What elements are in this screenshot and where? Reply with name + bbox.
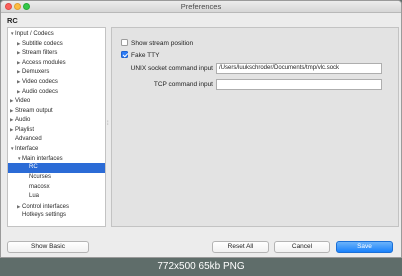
tree-item[interactable]: Ncurses: [8, 173, 105, 183]
preferences-window: Preferences RC ▼Input / Codecs ▶ Subtitle …: [0, 0, 402, 258]
show-stream-position-checkbox[interactable]: [121, 39, 128, 46]
tree-item[interactable]: ▼Input / Codecs: [8, 29, 105, 39]
tree-item[interactable]: ▶ Access modules: [8, 58, 105, 68]
tree-item[interactable]: ▶ Demuxers: [8, 67, 105, 77]
tree-item[interactable]: RC: [8, 163, 105, 173]
cancel-button[interactable]: Cancel: [274, 241, 330, 253]
fake-tty-label: Fake TTY: [131, 52, 160, 59]
window-title: Preferences: [180, 2, 222, 11]
tree-item[interactable]: Advanced: [8, 135, 105, 145]
tree-item[interactable]: ▶ Audio: [8, 115, 105, 125]
tree-item-label: Input / Codecs: [15, 31, 54, 37]
tree-item[interactable]: ▶ Audio codecs: [8, 87, 105, 97]
tcp-command-label: TCP command input: [153, 81, 213, 88]
tree-item-label: Audio codecs: [22, 88, 59, 95]
tree-item-label: Audio: [15, 117, 31, 124]
preferences-tree[interactable]: ▼Input / Codecs ▶ Subtitle codecs ▶ Stream f…: [7, 27, 106, 227]
show-stream-position-label: Show stream position: [131, 40, 194, 47]
show-stream-position-row[interactable]: Show stream position: [121, 39, 193, 48]
tree-item-label: Ncurses: [29, 174, 52, 180]
unix-socket-label: UNIX socket command input: [130, 65, 213, 72]
tree-item-label: Video: [15, 98, 31, 105]
title-bar: Preferences: [1, 1, 401, 13]
pane-title: RC: [7, 16, 18, 25]
tree-item[interactable]: ▶ Video: [8, 96, 105, 106]
settings-panel: Show stream position Fake TTY UNIX socke…: [111, 27, 399, 227]
tree-item-label: Interface: [15, 146, 39, 153]
image-caption: 772x500 65kb PNG: [0, 258, 402, 276]
tree-item[interactable]: ▶ Stream filters: [8, 48, 105, 58]
tree-item[interactable]: ▼Interface: [8, 144, 105, 154]
tree-item-label: Lua: [29, 193, 40, 200]
splitter-handle-icon[interactable]: ⁞: [107, 121, 109, 127]
unix-socket-input[interactable]: /Users/luukschroder/Documents/tmp/vlc.so…: [216, 63, 382, 74]
tree-item[interactable]: macosx: [8, 183, 105, 193]
tree-item-label: macosx: [29, 183, 50, 190]
reset-all-button[interactable]: Reset All: [212, 241, 269, 253]
fake-tty-row[interactable]: Fake TTY: [121, 51, 159, 60]
tree-item-label: Stream output: [15, 107, 53, 114]
tree-item-label: Hotkeys settings: [22, 212, 67, 219]
tree-item[interactable]: Hotkeys settings: [8, 211, 105, 221]
tree-item-label: Advanced: [15, 135, 42, 142]
fake-tty-checkbox[interactable]: [121, 51, 128, 58]
save-button[interactable]: Save: [336, 241, 393, 253]
tree-item-label: Control interfaces: [22, 203, 70, 210]
tree-item-label: Video codecs: [22, 79, 58, 85]
tree-item[interactable]: Lua: [8, 192, 105, 202]
tree-item[interactable]: ▶ Playlist: [8, 125, 105, 135]
tree-item[interactable]: ▼Main interfaces: [8, 154, 105, 164]
tcp-command-input[interactable]: [216, 79, 382, 90]
show-basic-button[interactable]: Show Basic: [7, 241, 89, 253]
tree-item-label: Access modules: [22, 59, 66, 66]
tree-item[interactable]: ▶ Subtitle codecs: [8, 39, 105, 49]
tree-item-label: Stream filters: [22, 50, 58, 57]
tree-item[interactable]: ▶ Video codecs: [8, 77, 105, 87]
tree-item[interactable]: ▶ Stream output: [8, 106, 105, 116]
tree-item-label: RC: [29, 164, 38, 171]
tree-item-label: Subtitle codecs: [22, 40, 63, 47]
tree-item[interactable]: ▶ Control interfaces: [8, 202, 105, 212]
tree-item-label: Demuxers: [22, 69, 50, 76]
tree-item-label: Main interfaces: [22, 155, 63, 162]
tree-item-label: Playlist: [15, 127, 35, 133]
